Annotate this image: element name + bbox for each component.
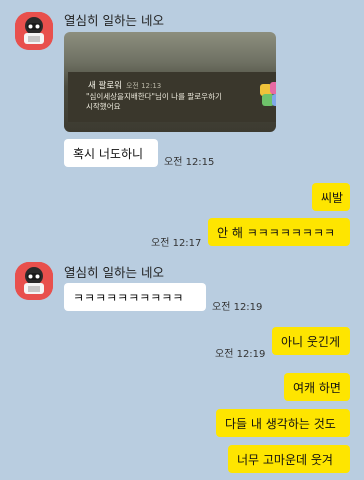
sender-avatar[interactable] (15, 12, 53, 50)
message-time: 오전 12:19 (215, 349, 266, 360)
message-bubble[interactable]: 안 해 ㅋㅋㅋㅋㅋㅋㅋㅋ (208, 218, 350, 246)
message-bubble[interactable]: 여캐 하면 (284, 373, 350, 401)
message-bubble[interactable]: 아니 웃긴게 (272, 327, 350, 355)
notification-body-line1: "심이세상을지배한다"님이 나를 팔로우하기 (86, 92, 222, 101)
notification-time: 오전 12:13 (125, 82, 162, 90)
neo-character-icon (15, 12, 53, 50)
sender-name: 열심히 일하는 네오 (64, 13, 164, 28)
notification-title-text: 새 팔로워 (88, 81, 122, 91)
sender-name: 열심히 일하는 네오 (64, 265, 164, 280)
message-bubble[interactable]: 너무 고마운데 웃겨 (228, 445, 350, 473)
sender-avatar[interactable] (15, 262, 53, 300)
shared-image[interactable]: 새 팔로워 오전 12:13 "심이세상을지배한다"님이 나를 팔로우하기 시작했… (64, 32, 276, 132)
sticker-icon (260, 82, 276, 106)
message-time: 오전 12:15 (164, 157, 215, 168)
message-bubble[interactable]: 씨발 (312, 183, 350, 211)
notification-title: 새 팔로워 오전 12:13 (88, 79, 161, 91)
message-time: 오전 12:19 (212, 302, 263, 313)
message-bubble[interactable]: 혹시 너도하니 (64, 139, 158, 167)
neo-character-icon (15, 262, 53, 300)
notification-body-line2: 시작했어요 (86, 102, 121, 111)
notification-card: 새 팔로워 오전 12:13 "심이세상을지배한다"님이 나를 팔로우하기 시작했… (68, 72, 276, 122)
notification-body: "심이세상을지배한다"님이 나를 팔로우하기 시작했어요 (86, 92, 222, 112)
message-time: 오전 12:17 (151, 238, 202, 249)
message-bubble[interactable]: 다들 내 생각하는 것도 (216, 409, 350, 437)
message-bubble[interactable]: ㅋㅋㅋㅋㅋㅋㅋㅋㅋㅋ (64, 283, 206, 311)
